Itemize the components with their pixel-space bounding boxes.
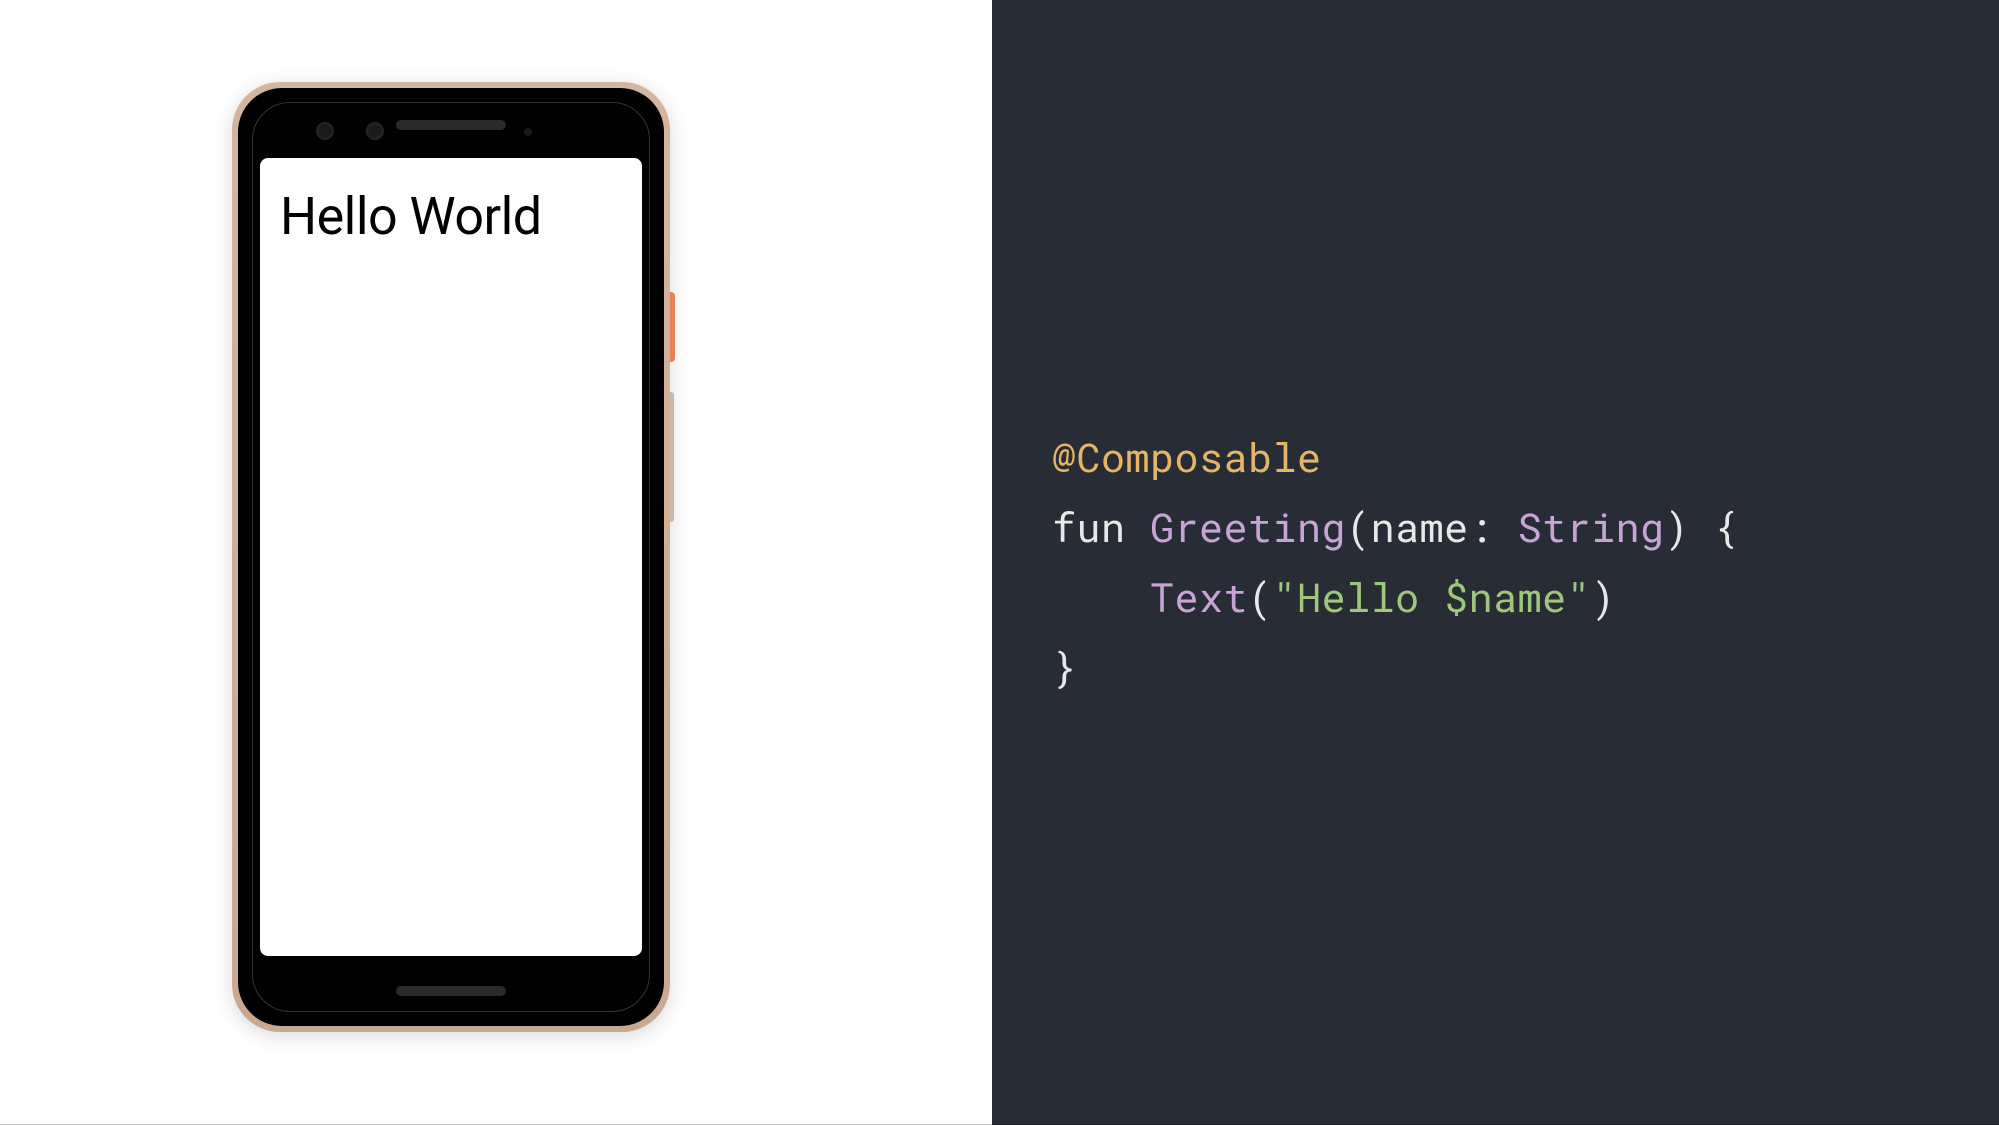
camera-icon	[316, 122, 334, 140]
phone-screen: Hello World	[260, 158, 642, 956]
code-snippet: @Composable fun Greeting(name: String) {…	[1052, 422, 1738, 702]
code-panel: @Composable fun Greeting(name: String) {…	[992, 0, 1999, 1125]
code-type: String	[1518, 500, 1665, 553]
speaker-bottom-icon	[396, 986, 506, 996]
code-param: name	[1371, 500, 1469, 553]
code-keyword: fun	[1052, 500, 1126, 553]
code-annotation: @Composable	[1052, 430, 1322, 483]
code-function-name: Greeting	[1150, 500, 1346, 553]
sensor-icon	[524, 128, 532, 136]
app-greeting-text: Hello World	[280, 186, 622, 247]
code-string: "Hello $name"	[1273, 570, 1592, 623]
volume-button-icon	[670, 392, 674, 522]
camera-icon	[366, 122, 384, 140]
speaker-top-icon	[396, 120, 506, 130]
power-button-icon	[670, 292, 675, 362]
code-call: Text	[1150, 570, 1248, 623]
phone-frame: Hello World	[238, 88, 664, 1026]
phone-mockup: Hello World	[232, 82, 670, 1032]
preview-panel: Hello World	[0, 0, 992, 1125]
